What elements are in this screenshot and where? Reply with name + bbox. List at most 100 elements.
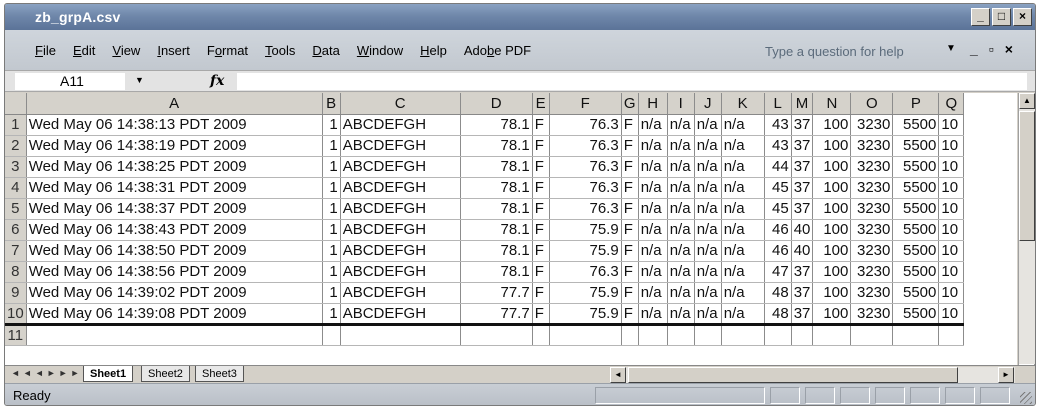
- column-header-d[interactable]: D: [460, 93, 533, 115]
- cell-c3[interactable]: ABCDEFGH: [340, 156, 461, 178]
- cell-n6[interactable]: 100: [812, 219, 852, 241]
- cell-a4[interactable]: Wed May 06 14:38:31 PDT 2009: [26, 177, 323, 199]
- menu-insert[interactable]: Insert: [157, 43, 190, 58]
- cell-c7[interactable]: ABCDEFGH: [340, 240, 461, 262]
- cell-l5[interactable]: 45: [764, 198, 792, 220]
- menu-help[interactable]: Help: [420, 43, 447, 58]
- cell-c6[interactable]: ABCDEFGH: [340, 219, 461, 241]
- title-bar[interactable]: zb_grpA.csv _ □ ×: [5, 4, 1035, 30]
- workbook-restore-button[interactable]: ▫: [989, 41, 994, 57]
- row-header[interactable]: 3: [5, 156, 27, 178]
- cell-o8[interactable]: 3230: [850, 261, 894, 283]
- cell-d3[interactable]: 78.1: [460, 156, 533, 178]
- cell-d4[interactable]: 78.1: [460, 177, 533, 199]
- select-all-corner[interactable]: [5, 93, 27, 115]
- cell-k5[interactable]: n/a: [721, 198, 765, 220]
- cell-o10[interactable]: 3230: [850, 303, 894, 325]
- cell-f1[interactable]: 76.3: [549, 114, 622, 136]
- menu-view[interactable]: View: [112, 43, 140, 58]
- cell-g10[interactable]: F: [621, 303, 639, 325]
- column-header-f[interactable]: F: [549, 93, 622, 115]
- cell-e3[interactable]: F: [532, 156, 550, 178]
- cell-i4[interactable]: n/a: [667, 177, 695, 199]
- cell-a9[interactable]: Wed May 06 14:39:02 PDT 2009: [26, 282, 323, 304]
- cell-i9[interactable]: n/a: [667, 282, 695, 304]
- cell-c10[interactable]: ABCDEFGH: [340, 303, 461, 325]
- cell-p8[interactable]: 5500: [892, 261, 940, 283]
- row-header[interactable]: 5: [5, 198, 27, 220]
- cell-m4[interactable]: 37: [791, 177, 814, 199]
- cell-l8[interactable]: 47: [764, 261, 792, 283]
- cell-a1[interactable]: Wed May 06 14:38:13 PDT 2009: [26, 114, 323, 136]
- worksheet-grid[interactable]: ABCDEFGHIJKLMNOPQ 1 Wed May 06 14:38:13 P…: [5, 93, 1017, 365]
- cell-h10[interactable]: n/a: [638, 303, 668, 325]
- cell-d2[interactable]: 78.1: [460, 135, 533, 157]
- menu-adobe-pdf[interactable]: Adobe PDF: [464, 43, 531, 58]
- cell-q8[interactable]: 10: [938, 261, 965, 283]
- cell-o11[interactable]: [850, 322, 894, 346]
- cell-l4[interactable]: 45: [764, 177, 792, 199]
- cell-i8[interactable]: n/a: [667, 261, 695, 283]
- cell-p9[interactable]: 5500: [892, 282, 940, 304]
- cell-l7[interactable]: 46: [764, 240, 792, 262]
- cell-j3[interactable]: n/a: [694, 156, 722, 178]
- cell-e10[interactable]: F: [532, 303, 550, 325]
- cell-e4[interactable]: F: [532, 177, 550, 199]
- cell-f3[interactable]: 76.3: [549, 156, 622, 178]
- cell-b4[interactable]: 1: [322, 177, 341, 199]
- column-header-k[interactable]: K: [721, 93, 765, 115]
- cell-m1[interactable]: 37: [791, 114, 814, 136]
- column-header-n[interactable]: N: [812, 93, 852, 115]
- cell-i2[interactable]: n/a: [667, 135, 695, 157]
- cell-b8[interactable]: 1: [322, 261, 341, 283]
- cell-p3[interactable]: 5500: [892, 156, 940, 178]
- cell-f8[interactable]: 76.3: [549, 261, 622, 283]
- sheet-navigation-icons[interactable]: ◄◄◄►►►: [11, 368, 82, 378]
- cell-h3[interactable]: n/a: [638, 156, 668, 178]
- tab-sheet1[interactable]: Sheet1: [83, 366, 134, 382]
- cell-q3[interactable]: 10: [938, 156, 965, 178]
- cell-m7[interactable]: 40: [791, 240, 814, 262]
- cell-f2[interactable]: 76.3: [549, 135, 622, 157]
- cell-h6[interactable]: n/a: [638, 219, 668, 241]
- row-header[interactable]: 8: [5, 261, 27, 283]
- column-header-i[interactable]: I: [667, 93, 695, 115]
- tab-sheet2[interactable]: Sheet2: [141, 366, 190, 382]
- cell-l11[interactable]: [764, 322, 792, 346]
- cell-b9[interactable]: 1: [322, 282, 341, 304]
- cell-j5[interactable]: n/a: [694, 198, 722, 220]
- cell-o4[interactable]: 3230: [850, 177, 894, 199]
- column-header-e[interactable]: E: [532, 93, 550, 115]
- row-header[interactable]: 6: [5, 219, 27, 241]
- cell-m5[interactable]: 37: [791, 198, 814, 220]
- cell-h1[interactable]: n/a: [638, 114, 668, 136]
- menu-tools[interactable]: Tools: [265, 43, 295, 58]
- horizontal-scrollbar[interactable]: ◄ ►: [610, 367, 1015, 383]
- cell-j9[interactable]: n/a: [694, 282, 722, 304]
- cell-l6[interactable]: 46: [764, 219, 792, 241]
- cell-b1[interactable]: 1: [322, 114, 341, 136]
- cell-a3[interactable]: Wed May 06 14:38:25 PDT 2009: [26, 156, 323, 178]
- help-dropdown-icon[interactable]: ▼: [946, 43, 956, 54]
- cell-a11[interactable]: [26, 322, 323, 346]
- column-header-h[interactable]: H: [638, 93, 668, 115]
- cell-n4[interactable]: 100: [812, 177, 852, 199]
- cell-d9[interactable]: 77.7: [460, 282, 533, 304]
- row-header[interactable]: 2: [5, 135, 27, 157]
- menu-edit[interactable]: Edit: [73, 43, 95, 58]
- cell-j1[interactable]: n/a: [694, 114, 722, 136]
- cell-m6[interactable]: 40: [791, 219, 814, 241]
- cell-a8[interactable]: Wed May 06 14:38:56 PDT 2009: [26, 261, 323, 283]
- cell-o3[interactable]: 3230: [850, 156, 894, 178]
- cell-m2[interactable]: 37: [791, 135, 814, 157]
- cell-h2[interactable]: n/a: [638, 135, 668, 157]
- cell-e8[interactable]: F: [532, 261, 550, 283]
- cell-c9[interactable]: ABCDEFGH: [340, 282, 461, 304]
- column-header-l[interactable]: L: [764, 93, 792, 115]
- cell-q10[interactable]: 10: [938, 303, 965, 325]
- column-header-a[interactable]: A: [26, 93, 323, 115]
- cell-k10[interactable]: n/a: [721, 303, 765, 325]
- cell-e2[interactable]: F: [532, 135, 550, 157]
- cell-j11[interactable]: [694, 322, 722, 346]
- cell-o9[interactable]: 3230: [850, 282, 894, 304]
